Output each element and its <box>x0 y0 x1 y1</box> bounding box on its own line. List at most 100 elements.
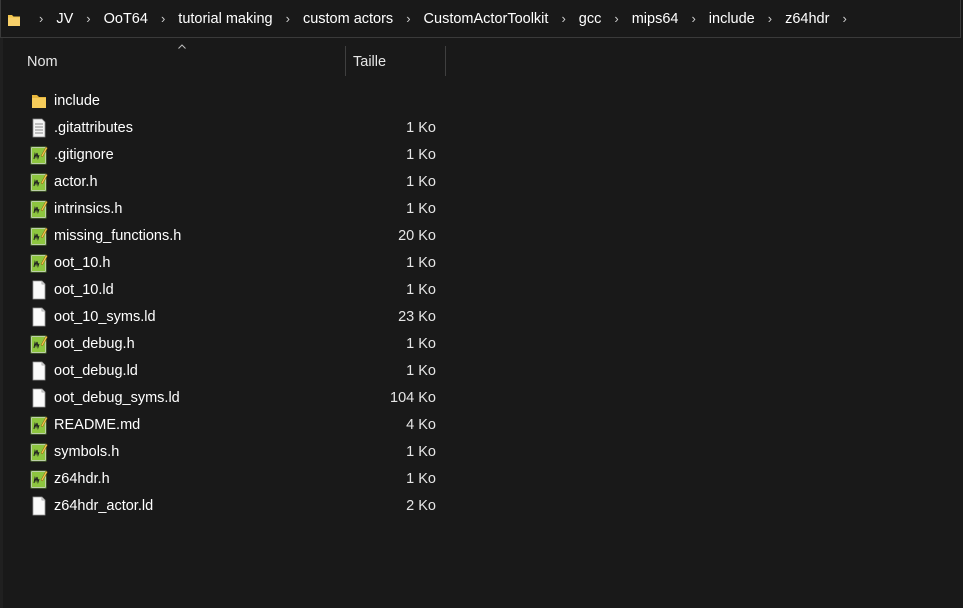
breadcrumb-item[interactable]: › z64hdr <box>758 11 833 27</box>
chevron-right-icon[interactable]: › <box>406 11 410 26</box>
file-size: 1 Ko <box>406 255 436 271</box>
breadcrumb-item[interactable]: › tutorial making <box>151 11 276 27</box>
notepad-plus-file-icon <box>30 334 48 354</box>
notepad-plus-file-icon <box>30 415 48 435</box>
folder-icon <box>30 91 48 111</box>
notepad-plus-file-icon <box>30 469 48 489</box>
file-name: oot_10_syms.ld <box>54 309 156 325</box>
file-name: oot_debug_syms.ld <box>54 390 180 406</box>
breadcrumb-label: CustomActorToolkit <box>423 10 549 27</box>
breadcrumb-label: include <box>708 10 755 27</box>
text-file-icon <box>30 118 48 138</box>
file-name: missing_functions.h <box>54 228 182 244</box>
file-row[interactable]: intrinsics.h 1 Ko <box>0 195 450 222</box>
file-row[interactable]: README.md 4 Ko <box>0 411 450 438</box>
file-name: include <box>54 93 100 109</box>
column-divider[interactable] <box>445 46 446 76</box>
chevron-right-icon[interactable]: › <box>86 11 90 26</box>
file-size: 4 Ko <box>406 417 436 433</box>
file-name: z64hdr_actor.ld <box>54 498 154 514</box>
file-row[interactable]: symbols.h 1 Ko <box>0 438 450 465</box>
file-name: oot_debug.h <box>54 336 135 352</box>
chevron-right-icon[interactable]: › <box>286 11 290 26</box>
file-row[interactable]: oot_debug.ld 1 Ko <box>0 357 450 384</box>
chevron-right-icon[interactable]: › <box>161 11 165 26</box>
file-row[interactable]: oot_debug.h 1 Ko <box>0 330 450 357</box>
file-name: .gitattributes <box>54 120 133 136</box>
file-size: 104 Ko <box>390 390 436 406</box>
file-size: 1 Ko <box>406 471 436 487</box>
notepad-plus-file-icon <box>30 253 48 273</box>
column-header-size[interactable]: Taille <box>353 54 386 70</box>
breadcrumb-label: z64hdr <box>785 10 830 27</box>
file-size: 2 Ko <box>406 498 436 514</box>
chevron-right-icon[interactable]: › <box>691 11 695 26</box>
breadcrumb-label: OoT64 <box>103 10 148 27</box>
file-row[interactable]: z64hdr_actor.ld 2 Ko <box>0 492 450 519</box>
notepad-plus-file-icon <box>30 442 48 462</box>
breadcrumb-label: mips64 <box>631 10 679 27</box>
breadcrumb-item[interactable]: › gcc <box>551 11 604 27</box>
file-name: .gitignore <box>54 147 114 163</box>
chevron-right-icon[interactable]: › <box>39 11 43 26</box>
file-size: 1 Ko <box>406 120 436 136</box>
breadcrumb-label: gcc <box>578 10 602 27</box>
chevron-right-icon[interactable]: › <box>842 11 846 26</box>
file-size: 1 Ko <box>406 201 436 217</box>
file-name: README.md <box>54 417 141 433</box>
breadcrumb-item[interactable]: › JV <box>29 11 76 27</box>
blank-file-icon <box>30 361 48 381</box>
file-name: z64hdr.h <box>54 471 110 487</box>
file-size: 1 Ko <box>406 174 436 190</box>
file-row[interactable]: oot_10.ld 1 Ko <box>0 276 450 303</box>
file-row[interactable]: oot_10.h 1 Ko <box>0 249 450 276</box>
file-name: oot_debug.ld <box>54 363 138 379</box>
blank-file-icon <box>30 307 48 327</box>
column-header-name[interactable]: Nom <box>27 54 58 70</box>
chevron-right-icon[interactable]: › <box>561 11 565 26</box>
breadcrumb-label: tutorial making <box>178 10 273 27</box>
chevron-right-icon[interactable]: › <box>614 11 618 26</box>
blank-file-icon <box>30 496 48 516</box>
file-row[interactable]: .gitattributes 1 Ko <box>0 114 450 141</box>
column-divider[interactable] <box>345 46 346 76</box>
file-name: symbols.h <box>54 444 120 460</box>
sort-ascending-icon <box>178 44 186 49</box>
file-size: 1 Ko <box>406 336 436 352</box>
file-row[interactable]: missing_functions.h 20 Ko <box>0 222 450 249</box>
file-row[interactable]: oot_10_syms.ld 23 Ko <box>0 303 450 330</box>
file-name: actor.h <box>54 174 98 190</box>
file-size: 1 Ko <box>406 444 436 460</box>
file-name: oot_10.h <box>54 255 111 271</box>
file-size: 1 Ko <box>406 363 436 379</box>
breadcrumb: › JV › OoT64 › tutorial making › custom actors ›… <box>29 11 857 27</box>
blank-file-icon <box>30 280 48 300</box>
blank-file-icon <box>30 388 48 408</box>
file-list: include .gitattributes 1 Ko .gitignore 1 Ko a… <box>0 87 963 519</box>
file-size: 1 Ko <box>406 147 436 163</box>
breadcrumb-item[interactable]: › mips64 <box>604 11 681 27</box>
file-row[interactable]: .gitignore 1 Ko <box>0 141 450 168</box>
breadcrumb-item[interactable]: › CustomActorToolkit <box>396 11 551 27</box>
file-size: 23 Ko <box>398 309 436 325</box>
file-row[interactable]: actor.h 1 Ko <box>0 168 450 195</box>
notepad-plus-file-icon <box>30 199 48 219</box>
file-row[interactable]: oot_debug_syms.ld 104 Ko <box>0 384 450 411</box>
file-row[interactable]: z64hdr.h 1 Ko <box>0 465 450 492</box>
column-header-row: Nom Taille <box>0 38 963 78</box>
file-size: 20 Ko <box>398 228 436 244</box>
folder-icon <box>7 13 21 26</box>
breadcrumb-label: custom actors <box>302 10 394 27</box>
breadcrumb-item[interactable]: › custom actors <box>276 11 397 27</box>
file-row[interactable]: include <box>0 87 450 114</box>
notepad-plus-file-icon <box>30 226 48 246</box>
file-explorer-window: › JV › OoT64 › tutorial making › custom actors ›… <box>0 0 963 608</box>
file-size: 1 Ko <box>406 282 436 298</box>
file-name: intrinsics.h <box>54 201 123 217</box>
breadcrumb-item[interactable]: › OoT64 <box>76 11 151 27</box>
file-name: oot_10.ld <box>54 282 114 298</box>
notepad-plus-file-icon <box>30 172 48 192</box>
address-bar[interactable]: › JV › OoT64 › tutorial making › custom actors ›… <box>0 0 961 38</box>
chevron-right-icon[interactable]: › <box>768 11 772 26</box>
breadcrumb-item[interactable]: › include <box>681 11 757 27</box>
